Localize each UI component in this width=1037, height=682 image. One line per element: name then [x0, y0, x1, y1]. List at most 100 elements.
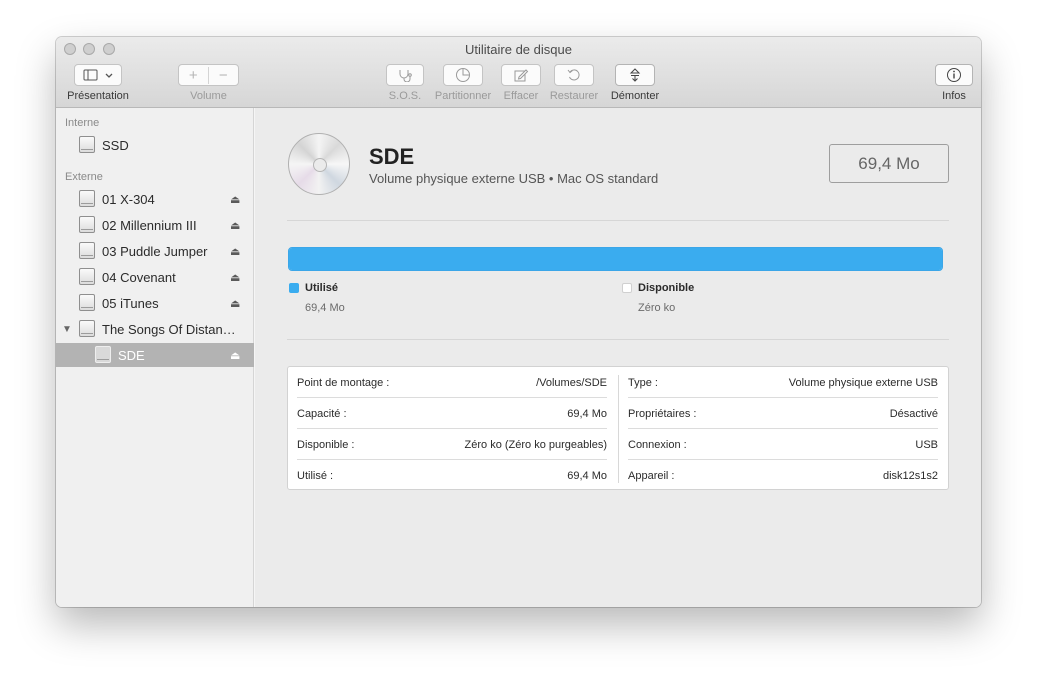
eject-icon[interactable]: ⏏ — [230, 349, 240, 362]
optical-disc-icon — [288, 133, 350, 195]
volume-icon — [95, 346, 111, 363]
external-disk-icon — [79, 294, 95, 311]
volume-label: Volume — [190, 90, 227, 102]
sidebar-item-label: 02 Millennium III — [102, 217, 197, 233]
partition-button[interactable] — [443, 64, 483, 86]
info-key: Point de montage : — [297, 376, 390, 389]
info-value: disk12s1s2 — [882, 469, 938, 482]
volume-add-remove: + − — [178, 64, 239, 86]
info-label: Infos — [942, 90, 966, 102]
info-value: 69,4 Mo — [567, 469, 607, 482]
view-menu-button[interactable] — [74, 64, 122, 86]
unmount-button[interactable] — [615, 64, 655, 86]
unmount-label: Démonter — [610, 90, 660, 102]
sidebar-item-04-covenant[interactable]: 04 Covenant ⏏ — [56, 265, 254, 289]
column-divider — [618, 375, 619, 483]
add-volume-button[interactable]: + — [179, 66, 209, 84]
info-key: Connexion : — [628, 438, 687, 451]
volume-details: SDE Volume physique externe USB • Mac OS… — [255, 108, 981, 607]
info-value: USB — [915, 438, 938, 451]
restore-label: Restaurer — [549, 90, 599, 102]
eject-icon[interactable]: ⏏ — [230, 193, 240, 206]
info-value: Désactivé — [889, 407, 938, 420]
pie-icon — [456, 68, 470, 82]
info-row-device: Appareil : disk12s1s2 — [628, 460, 938, 491]
partition-label: Partitionner — [434, 90, 492, 102]
window-title: Utilitaire de disque — [465, 42, 572, 57]
divider — [287, 220, 949, 221]
eject-icon[interactable]: ⏏ — [230, 297, 240, 310]
info-row-connection: Connexion : USB — [628, 429, 938, 460]
remove-volume-button[interactable]: − — [209, 67, 238, 84]
eject-icon[interactable]: ⏏ — [230, 245, 240, 258]
volume-description: Volume physique externe USB • Mac OS sta… — [369, 171, 659, 186]
info-key: Disponible : — [297, 438, 355, 451]
sidebar: Interne SSD Externe 01 X-304 ⏏ 02 Millen… — [56, 108, 254, 607]
sidebar-item-label: 03 Puddle Jumper — [102, 243, 208, 259]
info-value: /Volumes/SDE — [536, 376, 607, 389]
sidebar-item-label: 04 Covenant — [102, 269, 176, 285]
restore-icon — [567, 69, 580, 81]
external-disk-icon — [79, 216, 95, 233]
sidebar-item-02-millennium-iii[interactable]: 02 Millennium III ⏏ — [56, 213, 254, 237]
sidebar-item-label: 05 iTunes — [102, 295, 159, 311]
sidebar-item-sde[interactable]: SDE ⏏ — [56, 343, 254, 367]
sidebar-icon — [83, 69, 113, 81]
divider — [287, 339, 949, 340]
unmount-icon — [629, 68, 641, 82]
free-legend-label: Disponible — [638, 282, 695, 294]
sidebar-item-the-songs-of-distant[interactable]: ▼ The Songs Of Distan… — [56, 317, 254, 341]
external-disk-icon — [79, 190, 95, 207]
erase-label: Effacer — [503, 90, 539, 102]
used-legend-label: Utilisé — [305, 282, 339, 294]
used-legend-swatch — [289, 283, 299, 293]
first-aid-label: S.O.S. — [388, 90, 422, 102]
erase-icon — [514, 69, 529, 82]
info-key: Type : — [628, 376, 658, 389]
external-disk-icon — [79, 268, 95, 285]
eject-icon[interactable]: ⏏ — [230, 271, 240, 284]
toolbar: Utilitaire de disque Présentation + − Vo… — [56, 37, 981, 108]
restore-button[interactable] — [554, 64, 594, 86]
external-disk-icon — [79, 320, 95, 337]
info-table: Point de montage : /Volumes/SDE Capacité… — [287, 366, 949, 490]
volume-size-badge: 69,4 Mo — [829, 144, 949, 183]
info-key: Appareil : — [628, 469, 675, 482]
sidebar-item-05-itunes[interactable]: 05 iTunes ⏏ — [56, 291, 254, 315]
external-section-label: Externe — [65, 171, 103, 183]
sidebar-item-03-puddle-jumper[interactable]: 03 Puddle Jumper ⏏ — [56, 239, 254, 263]
info-value: 69,4 Mo — [567, 407, 607, 420]
info-button[interactable] — [935, 64, 973, 86]
eject-icon[interactable]: ⏏ — [230, 219, 240, 232]
first-aid-button[interactable] — [386, 64, 424, 86]
info-key: Capacité : — [297, 407, 347, 420]
info-value: Volume physique externe USB — [788, 376, 938, 389]
info-row-owners: Propriétaires : Désactivé — [628, 398, 938, 429]
info-icon — [947, 68, 961, 82]
usage-bar — [288, 247, 943, 271]
erase-button[interactable] — [501, 64, 541, 86]
sidebar-item-ssd[interactable]: SSD — [56, 133, 254, 157]
free-legend-value: Zéro ko — [638, 302, 676, 314]
sidebar-item-label: SDE — [118, 347, 145, 363]
info-key: Propriétaires : — [628, 407, 697, 420]
disk-utility-window: Utilitaire de disque Présentation + − Vo… — [56, 37, 981, 607]
stethoscope-icon — [399, 70, 412, 82]
sidebar-item-label: 01 X-304 — [102, 191, 155, 207]
info-value: Zéro ko (Zéro ko purgeables) — [464, 438, 607, 451]
internal-section-label: Interne — [65, 117, 100, 129]
usage-bar-used-fill — [289, 248, 942, 270]
info-row-capacity: Capacité : 69,4 Mo — [297, 398, 607, 429]
disclosure-triangle-icon[interactable]: ▼ — [62, 324, 72, 335]
sidebar-item-01-x-304[interactable]: 01 X-304 ⏏ — [56, 187, 254, 211]
volume-name: SDE — [369, 144, 415, 169]
info-row-used: Utilisé : 69,4 Mo — [297, 460, 607, 491]
external-disk-icon — [79, 242, 95, 259]
info-row-type: Type : Volume physique externe USB — [628, 367, 938, 398]
sidebar-item-label: The Songs Of Distan… — [102, 321, 236, 337]
sidebar-item-label: SSD — [102, 137, 129, 153]
view-label: Présentation — [67, 90, 129, 102]
info-row-available: Disponible : Zéro ko (Zéro ko purgeables… — [297, 429, 607, 460]
info-key: Utilisé : — [297, 469, 334, 482]
info-row-mount-point: Point de montage : /Volumes/SDE — [297, 367, 607, 398]
